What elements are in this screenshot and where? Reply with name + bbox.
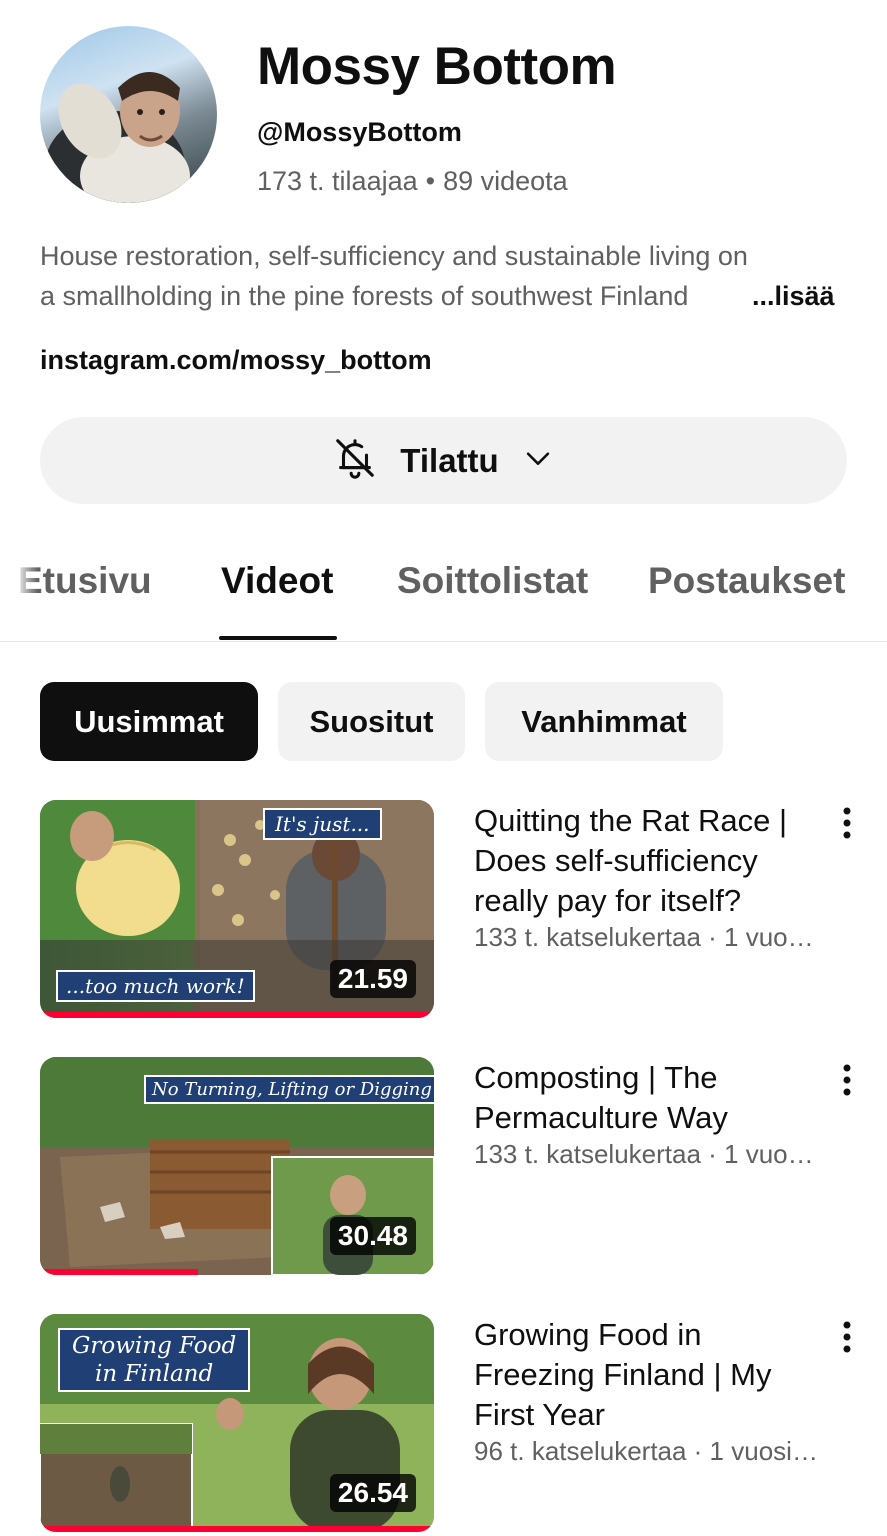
- video-duration: 21.59: [329, 960, 416, 998]
- video-thumbnail[interactable]: No Turning, Lifting or Digging 30.48: [40, 1057, 434, 1275]
- video-thumbnail[interactable]: It's just... ...too much work! 21.59: [40, 800, 434, 1018]
- description-line-1: House restoration, self-sufficiency and …: [40, 241, 748, 271]
- video-duration: 30.48: [329, 1217, 416, 1255]
- tabs-fade: [0, 540, 38, 640]
- description-line-2: a smallholding in the pine forests of so…: [40, 281, 689, 311]
- more-vert-icon[interactable]: [830, 800, 864, 846]
- more-vert-icon[interactable]: [830, 1314, 864, 1360]
- video-title[interactable]: Growing Food in Freezing Finland | My Fi…: [474, 1315, 824, 1435]
- thumbnail-caption-line: Growing Food: [72, 1333, 237, 1359]
- channel-stats: 173 t. tilaajaa • 89 videota: [257, 166, 568, 197]
- thumbnail-caption: ...too much work!: [56, 970, 255, 1002]
- chip-latest[interactable]: Uusimmat: [40, 682, 258, 761]
- video-duration: 26.54: [329, 1474, 416, 1512]
- chip-oldest[interactable]: Vanhimmat: [485, 682, 723, 761]
- channel-avatar[interactable]: [40, 26, 217, 203]
- more-vert-icon[interactable]: [830, 1057, 864, 1103]
- subscribed-label: Tilattu: [400, 441, 499, 479]
- tab-videos[interactable]: Videot: [221, 560, 333, 602]
- more-button[interactable]: ...lisää: [748, 276, 835, 316]
- thumbnail-caption-line: in Finland: [95, 1361, 214, 1387]
- watch-progress-bar: [40, 1012, 434, 1018]
- thumbnail-caption: No Turning, Lifting or Digging: [144, 1075, 434, 1104]
- watch-progress-bar: [40, 1269, 198, 1275]
- watch-progress-bar: [40, 1526, 434, 1532]
- bell-off-icon: [332, 435, 378, 486]
- video-title[interactable]: Composting | The Permaculture Way: [474, 1058, 824, 1138]
- thumbnail-caption: Growing Food in Finland: [58, 1328, 251, 1392]
- subscriber-count: 173 t. tilaajaa: [257, 166, 418, 196]
- tab-playlists[interactable]: Soittolistat: [397, 560, 588, 602]
- tabs-divider: [0, 641, 887, 642]
- video-meta: 133 t. katselukertaa · 1 vuo…: [474, 1139, 814, 1169]
- chip-popular[interactable]: Suositut: [278, 682, 465, 761]
- channel-handle: @MossyBottom: [257, 117, 462, 147]
- video-count: 89 videota: [443, 166, 568, 196]
- subscribed-button[interactable]: Tilattu: [40, 417, 847, 504]
- active-tab-indicator: [219, 636, 337, 640]
- channel-description[interactable]: House restoration, self-sufficiency and …: [40, 236, 840, 316]
- channel-name: Mossy Bottom: [257, 37, 617, 96]
- tab-home[interactable]: Etusivu: [18, 560, 152, 602]
- chevron-down-icon: [521, 441, 555, 480]
- tab-posts[interactable]: Postaukset: [648, 560, 845, 602]
- channel-link[interactable]: instagram.com/mossy_bottom: [40, 345, 432, 376]
- video-meta: 133 t. katselukertaa · 1 vuo…: [474, 922, 814, 952]
- video-meta: 96 t. katselukertaa · 1 vuosi…: [474, 1436, 818, 1466]
- video-title[interactable]: Quitting the Rat Race | Does self-suffic…: [474, 801, 824, 921]
- stats-separator: •: [425, 166, 436, 196]
- thumbnail-caption: It's just...: [263, 808, 382, 840]
- video-thumbnail[interactable]: Growing Food in Finland 26.54: [40, 1314, 434, 1532]
- channel-tabs: Etusivu Videot Soittolistat Postaukset: [0, 540, 887, 641]
